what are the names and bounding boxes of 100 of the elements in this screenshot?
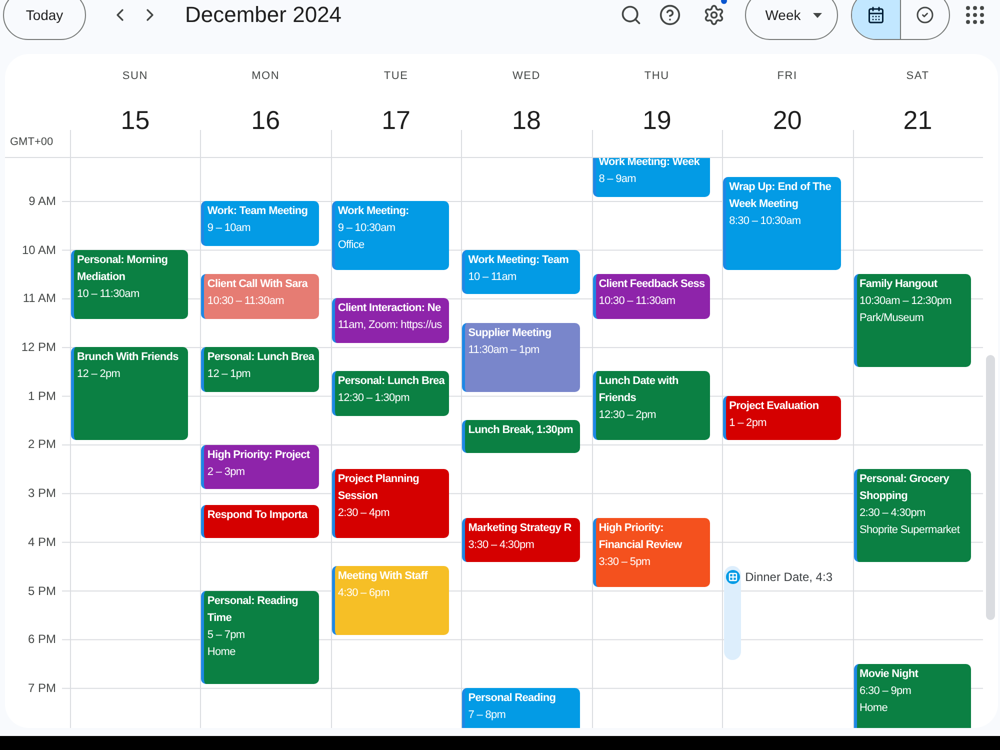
- event-time: 3:30 – 4:30pm: [468, 538, 534, 553]
- settings-icon[interactable]: [703, 4, 725, 26]
- event-time: 12:30 – 1:30pm: [338, 391, 410, 406]
- event-time: 2:30 – 4:30pm: [860, 506, 926, 521]
- event-title: Project Evaluation: [729, 398, 819, 414]
- event-duration-bar[interactable]: [724, 566, 742, 660]
- hour-label: 4 PM: [28, 534, 56, 549]
- calendar-view-button[interactable]: [852, 0, 900, 39]
- day-name: WED: [512, 69, 541, 84]
- calendar-event[interactable]: Project Planning Session 2:30 – 4pm: [332, 468, 450, 538]
- event-location: Home: [860, 700, 888, 716]
- event-title: Family Hangout: [860, 277, 938, 292]
- hour-label: 9 AM: [28, 194, 56, 208]
- calendar-event[interactable]: Client Feedback Sess 10:30 – 11:30am: [592, 274, 710, 319]
- event-time: 7 – 8pm: [468, 708, 506, 723]
- event-title: Marketing Strategy R: [468, 520, 572, 536]
- calendar-event[interactable]: High Priority: Financial Review 3:30 – 5pm: [592, 518, 710, 587]
- calendar-event[interactable]: High Priority: Project 2 – 3pm: [201, 444, 319, 490]
- hour-label: 6 PM: [28, 632, 56, 646]
- event-time: 6:30 – 9pm: [860, 684, 912, 699]
- event-title: Lunch Date with Friends: [598, 374, 680, 406]
- search-icon[interactable]: [620, 4, 642, 26]
- calendar-event[interactable]: Personal: Grocery Shopping 2:30 – 4:30pm Shoprite Supermarket: [854, 468, 971, 562]
- event-time: 10 – 11am: [468, 270, 516, 285]
- calendar-event[interactable]: Wrap Up: End of The Week Meeting 8:30 – 10:30am: [723, 176, 841, 270]
- apps-grid-icon[interactable]: [966, 6, 984, 24]
- event-time: 8:30 – 10:30am: [729, 214, 801, 229]
- day-number[interactable]: 18: [512, 104, 541, 136]
- event-time: 2:30 – 4pm: [338, 506, 390, 521]
- event-time: 3:30 – 5pm: [598, 554, 650, 570]
- event-time: 8 – 9am: [598, 172, 636, 188]
- event-title: High Priority: Project: [207, 448, 310, 462]
- day-number[interactable]: 16: [251, 104, 280, 136]
- day-number[interactable]: 21: [903, 104, 932, 136]
- event-time: 10:30am – 12:30pm: [860, 294, 952, 310]
- calendar-event[interactable]: Brunch With Friends 12 – 2pm: [71, 347, 188, 440]
- event-title: Brunch With Friends: [77, 350, 178, 366]
- calendar-event[interactable]: Supplier Meeting 11:30am – 1pm: [462, 322, 580, 392]
- day-number[interactable]: 17: [382, 104, 411, 136]
- calendar-event[interactable]: Client Interaction: Ne 11am, Zoom: https://us: [332, 298, 450, 344]
- event-time: 12:30 – 2pm: [598, 408, 656, 424]
- day-number[interactable]: 20: [772, 104, 802, 136]
- calendar-event[interactable]: Client Call With Sara 10:30 – 11:30am: [201, 274, 319, 319]
- check-circle-icon: [916, 6, 934, 24]
- event-title: Respond To Importa: [207, 508, 308, 524]
- event-title: Personal: Lunch Brea: [207, 350, 314, 366]
- day-name: THU: [644, 69, 670, 84]
- event-title: Client Interaction: Ne: [338, 301, 441, 316]
- calendar-event[interactable]: Respond To Importa: [201, 505, 319, 538]
- calendar-event[interactable]: Project Evaluation 1 – 2pm: [723, 396, 841, 440]
- calendar-event[interactable]: Work Meeting: Team 10 – 11am: [462, 250, 580, 294]
- event-time: 12 – 2pm: [77, 367, 120, 382]
- event-title: Client Feedback Sess: [598, 277, 705, 292]
- help-icon[interactable]: [659, 4, 681, 26]
- event-time: 2 – 3pm: [207, 464, 245, 480]
- calendar-event[interactable]: Lunch Break, 1:30pm: [462, 420, 580, 453]
- event-title: Wrap Up: End of The Week Meeting: [729, 180, 832, 212]
- event-title: Personal: Reading Time: [207, 594, 300, 626]
- event-title: Personal: Morning Mediation: [77, 252, 169, 285]
- calendar-event[interactable]: Personal: Morning Mediation 10 – 11:30am: [71, 250, 188, 319]
- calendar-event[interactable]: Lunch Date with Friends 12:30 – 2pm: [592, 371, 710, 440]
- day-number[interactable]: 19: [642, 104, 672, 136]
- hour-label: 5 PM: [28, 584, 56, 598]
- event-title: Work Meeting: Team: [468, 252, 569, 268]
- calendar-event[interactable]: Marketing Strategy R 3:30 – 4:30pm: [462, 518, 580, 562]
- event-title: Personal: Lunch Brea: [338, 374, 445, 390]
- calendar-event[interactable]: Personal Reading 7 – 8pm: [462, 688, 580, 728]
- hour-label: 10 AM: [22, 242, 56, 257]
- calendar-event[interactable]: Personal: Lunch Brea 12:30 – 1:30pm: [332, 371, 450, 416]
- scrollbar-thumb[interactable]: [986, 355, 995, 620]
- event-location: Home: [207, 644, 236, 660]
- calendar-event[interactable]: Work: Team Meeting 9 – 10am: [201, 201, 319, 246]
- calendar-event[interactable]: Personal: Lunch Brea 12 – 1pm: [201, 347, 319, 392]
- event-location: Park/Museum: [860, 311, 924, 326]
- view-dropdown[interactable]: Week: [745, 0, 838, 40]
- timezone-label: GMT+00: [10, 135, 54, 149]
- hour-label: 1 PM: [28, 388, 56, 403]
- day-name: FRI: [777, 69, 798, 84]
- event-time: 12 – 1pm: [207, 367, 250, 382]
- day-name: SUN: [122, 69, 148, 84]
- event-time: 10:30 – 11:30am: [207, 294, 284, 310]
- calendar-event[interactable]: Work Meeting: 9 – 10:30am Office: [332, 201, 450, 270]
- calendar-event[interactable]: Personal: Reading Time 5 – 7pm Home: [201, 590, 319, 684]
- hour-label: 12 PM: [21, 340, 56, 354]
- day-number[interactable]: 15: [120, 104, 150, 136]
- event-title: High Priority: Financial Review: [598, 520, 683, 553]
- hour-label: 11 AM: [22, 291, 56, 306]
- calendar-event[interactable]: Family Hangout 10:30am – 12:30pm Park/Museum: [854, 274, 971, 368]
- event-time: 10 – 11:30am: [77, 286, 140, 302]
- event-time: 9 – 10am: [207, 221, 250, 236]
- day-name: TUE: [384, 69, 408, 84]
- today-button[interactable]: Today: [3, 0, 86, 40]
- hour-label: 2 PM: [28, 437, 56, 452]
- event-time: 1 – 2pm: [729, 416, 766, 431]
- event-title: Personal: Grocery Shopping: [860, 472, 950, 504]
- calendar-event[interactable]: Movie Night 6:30 – 9pm Home: [854, 664, 971, 728]
- month-title: December 2024: [185, 2, 342, 28]
- day-name: MON: [252, 69, 280, 84]
- event-time: 9 – 10:30am: [338, 221, 396, 236]
- hour-label: 7 PM: [28, 680, 56, 695]
